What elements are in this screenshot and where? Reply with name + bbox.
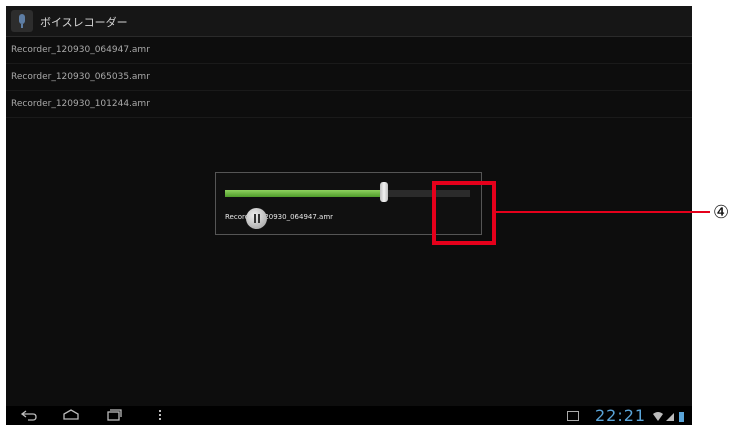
- callout-leader-line: [496, 211, 710, 213]
- seekbar-thumb[interactable]: [380, 182, 389, 202]
- list-item[interactable]: Recorder_120930_064947.amr: [6, 37, 692, 64]
- callout-highlight-box: [432, 181, 496, 245]
- action-bar: ボイスレコーダー: [6, 6, 692, 37]
- microphone-icon[interactable]: [11, 10, 33, 32]
- seekbar-progress: [225, 190, 385, 197]
- recording-list: Recorder_120930_064947.amr Recorder_1209…: [6, 37, 692, 118]
- clock[interactable]: 22:21: [595, 406, 646, 425]
- back-icon[interactable]: [20, 408, 38, 422]
- signal-icon: [666, 413, 674, 421]
- recent-apps-icon[interactable]: [105, 408, 123, 422]
- list-item[interactable]: Recorder_120930_101244.amr: [6, 91, 692, 118]
- playing-filename: Recorder_120930_064947.amr: [225, 213, 334, 221]
- app-title: ボイスレコーダー: [40, 16, 128, 29]
- home-icon[interactable]: [62, 408, 80, 422]
- system-nav-bar: 22:21: [6, 406, 692, 425]
- tablet-screen: ボイスレコーダー Recorder_120930_064947.amr Reco…: [6, 6, 692, 425]
- list-item[interactable]: Recorder_120930_065035.amr: [6, 64, 692, 91]
- menu-icon[interactable]: [151, 408, 169, 422]
- status-icons[interactable]: [652, 409, 690, 423]
- pause-icon: [254, 214, 256, 223]
- callout-number: ④: [713, 202, 730, 223]
- battery-icon: [679, 412, 684, 422]
- notification-image-icon[interactable]: [567, 411, 579, 421]
- wifi-icon: [653, 412, 663, 421]
- pause-button[interactable]: [246, 208, 267, 229]
